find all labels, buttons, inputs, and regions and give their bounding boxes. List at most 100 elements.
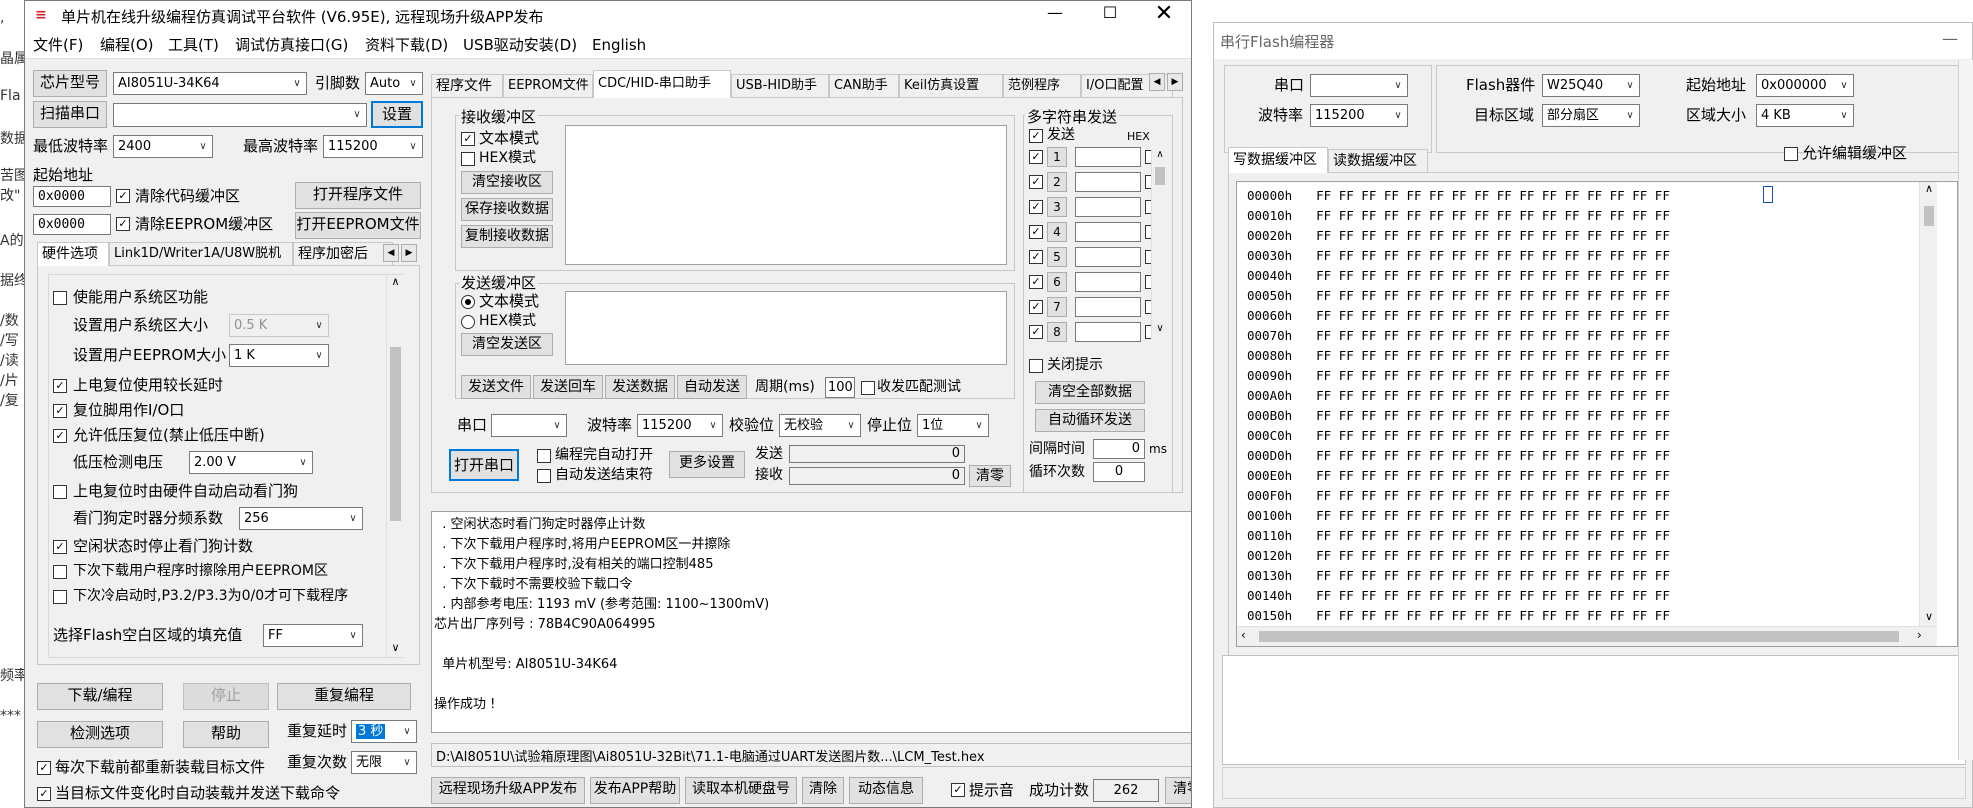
multi-row-number-button[interactable]: 3 xyxy=(1047,197,1067,217)
send-text-mode-radio[interactable] xyxy=(461,295,475,309)
multi-row-text-field[interactable] xyxy=(1075,172,1141,192)
send-data-button[interactable]: 发送数据 xyxy=(605,375,675,399)
scroll-down-icon[interactable]: ∨ xyxy=(1152,323,1168,334)
region-size-select[interactable]: 4 KB ∨ xyxy=(1756,104,1854,127)
hex-bytes[interactable]: FF FF FF FF FF FF FF FF FF FF FF FF FF F… xyxy=(1316,448,1670,463)
hex-bytes[interactable]: FF FF FF FF FF FF FF FF FF FF FF FF FF F… xyxy=(1316,388,1670,403)
scroll-down-icon[interactable]: ∨ xyxy=(387,641,404,657)
multi-row-send-checkbox[interactable]: ✓ xyxy=(1029,150,1043,164)
more-settings-button[interactable]: 更多设置 xyxy=(669,451,745,478)
reset-pin-checkbox[interactable]: ✓ xyxy=(53,404,67,418)
tab-scroll-right[interactable]: ▶ xyxy=(1167,73,1183,91)
fill-value-select[interactable]: FF ∨ xyxy=(263,624,363,647)
multi-row-send-checkbox[interactable]: ✓ xyxy=(1029,200,1043,214)
multi-row-number-button[interactable]: 4 xyxy=(1047,222,1067,242)
scroll-up-icon[interactable]: ∧ xyxy=(1152,149,1168,160)
repeat-count-select[interactable]: 无限 ∨ xyxy=(351,751,417,774)
send-hex-mode-radio[interactable] xyxy=(461,315,475,329)
hex-bytes[interactable]: FF FF FF FF FF FF FF FF FF FF FF FF FF F… xyxy=(1316,188,1670,203)
flash-start-select[interactable]: 0x000000 ∨ xyxy=(1756,74,1854,97)
hex-bytes[interactable]: FF FF FF FF FF FF FF FF FF FF FF FF FF F… xyxy=(1316,288,1670,303)
recv-text-mode-checkbox[interactable]: ✓ xyxy=(461,132,475,146)
multi-row-number-button[interactable]: 6 xyxy=(1047,272,1067,292)
multi-row-send-checkbox[interactable]: ✓ xyxy=(1029,275,1043,289)
reload-each-checkbox[interactable]: ✓ xyxy=(37,761,51,775)
hex-bytes[interactable]: FF FF FF FF FF FF FF FF FF FF FF FF FF F… xyxy=(1316,608,1670,623)
minimize-icon[interactable]: — xyxy=(1035,3,1075,27)
read-disk-id-button[interactable]: 读取本机硬盘号 xyxy=(685,777,797,804)
hex-v-scrollbar[interactable]: ∧ ∨ xyxy=(1919,182,1937,626)
hex-bytes[interactable]: FF FF FF FF FF FF FF FF FF FF FF FF FF F… xyxy=(1316,368,1670,383)
clear-eeprom-checkbox[interactable]: ✓ xyxy=(116,217,130,231)
hex-h-scrollbar[interactable]: ‹ › xyxy=(1237,626,1937,646)
menu-program[interactable]: 编程(O) xyxy=(100,35,154,55)
hex-v-scroll-thumb[interactable] xyxy=(1924,206,1934,226)
multi-row-text-field[interactable] xyxy=(1075,147,1141,167)
flash-baud-select[interactable]: 115200 ∨ xyxy=(1310,104,1408,127)
idle-stop-checkbox[interactable]: ✓ xyxy=(53,540,67,554)
long-delay-checkbox[interactable]: ✓ xyxy=(53,379,67,393)
multi-row-text-field[interactable] xyxy=(1075,297,1141,317)
tab-can[interactable]: CAN助手 xyxy=(829,74,899,98)
recv-hex-mode-checkbox[interactable] xyxy=(461,152,475,166)
publish-app-button[interactable]: 远程现场升级APP发布 xyxy=(431,777,585,804)
tab-write-buffer[interactable]: 写数据缓冲区 xyxy=(1228,147,1328,173)
min-baud-select[interactable]: 2400 ∨ xyxy=(113,135,213,158)
flash-device-select[interactable]: W25Q40 ∨ xyxy=(1542,74,1640,97)
dynamic-info-button[interactable]: 动态信息 xyxy=(849,777,923,804)
reset-count-button[interactable]: 清零 xyxy=(1165,777,1191,804)
tab-usb-hid[interactable]: USB-HID助手 xyxy=(731,74,829,98)
auto-send-button[interactable]: 自动发送 xyxy=(677,375,747,399)
period-field[interactable]: 100 xyxy=(825,377,855,398)
hex-editor[interactable]: 00000h FF FF FF FF FF FF FF FF FF FF FF F… xyxy=(1236,181,1958,647)
hex-bytes[interactable]: FF FF FF FF FF FF FF FF FF FF FF FF FF F… xyxy=(1316,248,1670,263)
multi-row-number-button[interactable]: 5 xyxy=(1047,247,1067,267)
log-output[interactable]: . 空闲状态时看门狗定时器停止计数 . 下次下载用户程序时,将用户EEPROM区… xyxy=(431,511,1191,733)
menu-tools[interactable]: 工具(T) xyxy=(168,35,219,55)
parity-select[interactable]: 无校验 ∨ xyxy=(779,414,861,437)
hex-h-scroll-thumb[interactable] xyxy=(1259,631,1899,642)
user-system-size-select[interactable]: 0.5 K ∨ xyxy=(229,314,329,337)
hw-watchdog-checkbox[interactable] xyxy=(53,485,67,499)
open-eeprom-button[interactable]: 打开EEPROM文件 xyxy=(295,212,421,239)
code-address-field[interactable]: 0x0000 xyxy=(33,186,111,207)
scan-port-button[interactable]: 扫描串口 xyxy=(33,101,107,128)
baud-rate-select[interactable]: 115200 ∨ xyxy=(637,414,723,437)
hex-bytes[interactable]: FF FF FF FF FF FF FF FF FF FF FF FF FF F… xyxy=(1316,408,1670,423)
multi-string-scrollbar[interactable]: ∧ ∨ xyxy=(1151,149,1167,339)
menu-file[interactable]: 文件(F) xyxy=(33,35,83,55)
clear-send-button[interactable]: 清空发送区 xyxy=(461,333,553,356)
target-area-select[interactable]: 部分扇区 ∨ xyxy=(1542,104,1640,127)
hex-bytes[interactable]: FF FF FF FF FF FF FF FF FF FF FF FF FF F… xyxy=(1316,508,1670,523)
auto-loop-send-button[interactable]: 自动循环发送 xyxy=(1035,409,1145,432)
stop-bits-select[interactable]: 1位 ∨ xyxy=(917,414,989,437)
max-baud-select[interactable]: 115200 ∨ xyxy=(323,135,423,158)
low-voltage-checkbox[interactable]: ✓ xyxy=(53,429,67,443)
tab-serial-assistant[interactable]: CDC/HID-串口助手 xyxy=(593,70,731,98)
user-system-checkbox[interactable] xyxy=(53,291,67,305)
minimize-icon[interactable]: — xyxy=(1942,29,1958,48)
title-bar[interactable]: ≡ 单片机在线升级编程仿真调试平台软件 (V6.95E), 远程现场升级APP发… xyxy=(25,1,1191,31)
tab-eeprom-file[interactable]: EEPROM文件 xyxy=(503,74,593,98)
tab-examples[interactable]: 范例程序 xyxy=(1003,74,1081,98)
tab-link1d[interactable]: Link1D/Writer1A/U8W脱机 xyxy=(109,242,293,266)
menu-download[interactable]: 资料下载(D) xyxy=(365,35,448,55)
interval-field[interactable]: 0 xyxy=(1093,439,1145,459)
multi-scroll-thumb[interactable] xyxy=(1155,167,1165,185)
tab-encryption[interactable]: 程序加密后 xyxy=(293,242,393,266)
help-button[interactable]: 帮助 xyxy=(183,721,269,748)
reprogram-button[interactable]: 重复编程 xyxy=(277,683,411,710)
chip-model-button[interactable]: 芯片型号 xyxy=(33,70,107,97)
hex-bytes[interactable]: FF FF FF FF FF FF FF FF FF FF FF FF FF F… xyxy=(1316,428,1670,443)
tab-read-buffer[interactable]: 读数据缓冲区 xyxy=(1328,149,1428,173)
menu-usb-driver[interactable]: USB驱动安装(D) xyxy=(463,35,577,55)
multi-row-text-field[interactable] xyxy=(1075,272,1141,292)
scroll-down-icon[interactable]: ∨ xyxy=(1920,610,1938,623)
clear-counters-button[interactable]: 清零 xyxy=(969,465,1011,487)
eeprom-address-field[interactable]: 0x0000 xyxy=(33,214,111,235)
hex-bytes[interactable]: FF FF FF FF FF FF FF FF FF FF FF FF FF F… xyxy=(1316,528,1670,543)
tab-hardware-options[interactable]: 硬件选项 xyxy=(37,242,109,266)
multi-row-send-checkbox[interactable]: ✓ xyxy=(1029,250,1043,264)
wdt-divider-select[interactable]: 256 ∨ xyxy=(239,507,363,530)
hex-bytes[interactable]: FF FF FF FF FF FF FF FF FF FF FF FF FF F… xyxy=(1316,468,1670,483)
